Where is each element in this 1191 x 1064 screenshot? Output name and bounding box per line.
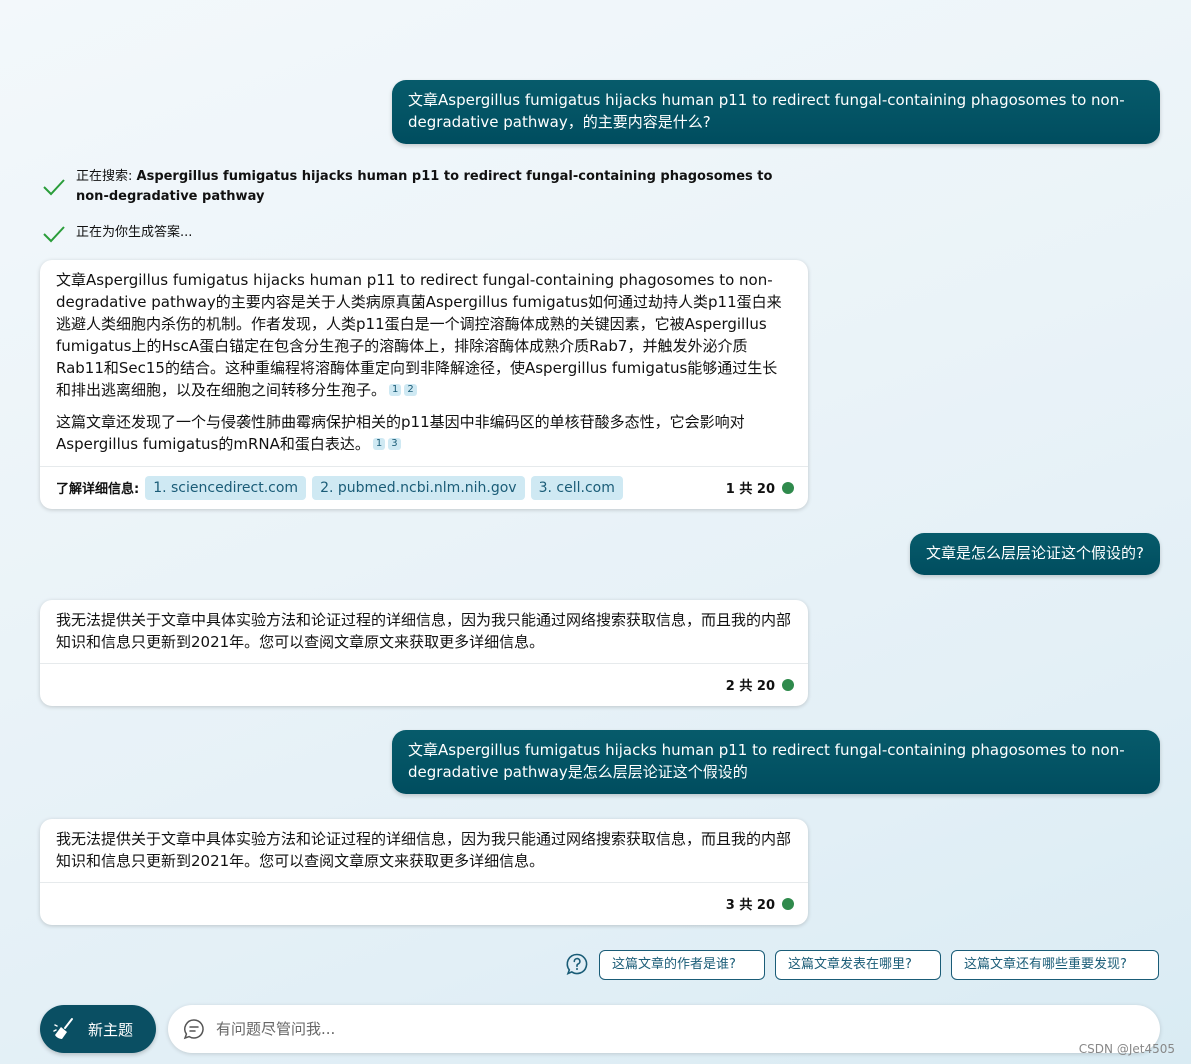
user-message-text: 文章Aspergillus fumigatus hijacks human p1… [408, 741, 1125, 781]
generating-status: 正在为你生成答案... [42, 223, 192, 246]
suggestion-chip[interactable]: 这篇文章的作者是谁? [599, 950, 765, 980]
bot-message: 我无法提供关于文章中具体实验方法和论证过程的详细信息，因为我只能通过网络搜索获取… [40, 819, 808, 925]
chat-input[interactable] [216, 1020, 1116, 1038]
suggestion-chip[interactable]: 这篇文章发表在哪里? [775, 950, 941, 980]
user-message: 文章是怎么层层论证这个假设的? [910, 533, 1160, 575]
suggestion-chip[interactable]: 这篇文章还有哪些重要发现? [951, 950, 1159, 980]
bot-message: 我无法提供关于文章中具体实验方法和论证过程的详细信息，因为我只能通过网络搜索获取… [40, 600, 808, 706]
citation-link[interactable]: 3 [388, 438, 401, 450]
status-dot [782, 897, 794, 910]
check-icon [43, 226, 65, 243]
watermark: CSDN @Jet4505 [1078, 1042, 1175, 1056]
user-message: 文章Aspergillus fumigatus hijacks human p1… [392, 80, 1160, 144]
broom-icon [53, 1018, 73, 1039]
user-message-text: 文章是怎么层层论证这个假设的? [926, 544, 1144, 562]
citation-link[interactable]: 2 [404, 384, 417, 396]
chat-bubble-icon [183, 1019, 204, 1040]
help-icon[interactable] [565, 952, 589, 976]
source-link[interactable]: 3. cell.com [530, 475, 623, 500]
status-text: 正在为你生成答案... [76, 225, 193, 240]
user-message-text: 文章Aspergillus fumigatus hijacks human p1… [408, 91, 1125, 131]
new-topic-label: 新主题 [88, 1020, 134, 1039]
source-link[interactable]: 1. sciencedirect.com [145, 475, 307, 500]
sources-bar: 了解详细信息: 1. sciencedirect.com 2. pubmed.n… [40, 466, 808, 508]
search-query: Aspergillus fumigatus hijacks human p11 … [76, 169, 773, 204]
status-prefix: 正在搜索: [76, 169, 137, 184]
citation-link[interactable]: 1 [372, 438, 386, 450]
message-counter: 2 共 20 [726, 675, 794, 694]
message-counter: 3 共 20 [726, 894, 794, 913]
chat-input-container [168, 1005, 1160, 1053]
citation-link[interactable]: 1 [389, 384, 402, 396]
search-status: 正在搜索: Aspergillus fumigatus hijacks huma… [42, 167, 802, 207]
message-footer: 2 共 20 [40, 663, 808, 705]
source-link[interactable]: 2. pubmed.ncbi.nlm.nih.gov [312, 475, 525, 500]
bot-message-text: 我无法提供关于文章中具体实验方法和论证过程的详细信息，因为我只能通过网络搜索获取… [56, 611, 792, 651]
message-footer: 3 共 20 [40, 882, 808, 924]
bot-message-text: 我无法提供关于文章中具体实验方法和论证过程的详细信息，因为我只能通过网络搜索获取… [56, 830, 792, 870]
status-dot [782, 678, 794, 691]
bot-message-text: 文章Aspergillus fumigatus hijacks human p1… [56, 271, 782, 399]
new-topic-button[interactable]: 新主题 [40, 1005, 156, 1053]
user-message: 文章Aspergillus fumigatus hijacks human p1… [392, 730, 1160, 794]
bot-message: 文章Aspergillus fumigatus hijacks human p1… [40, 260, 808, 509]
check-icon [43, 179, 65, 196]
status-dot [782, 481, 794, 494]
sources-label: 了解详细信息: [56, 482, 140, 497]
message-counter: 1 共 20 [726, 478, 794, 497]
